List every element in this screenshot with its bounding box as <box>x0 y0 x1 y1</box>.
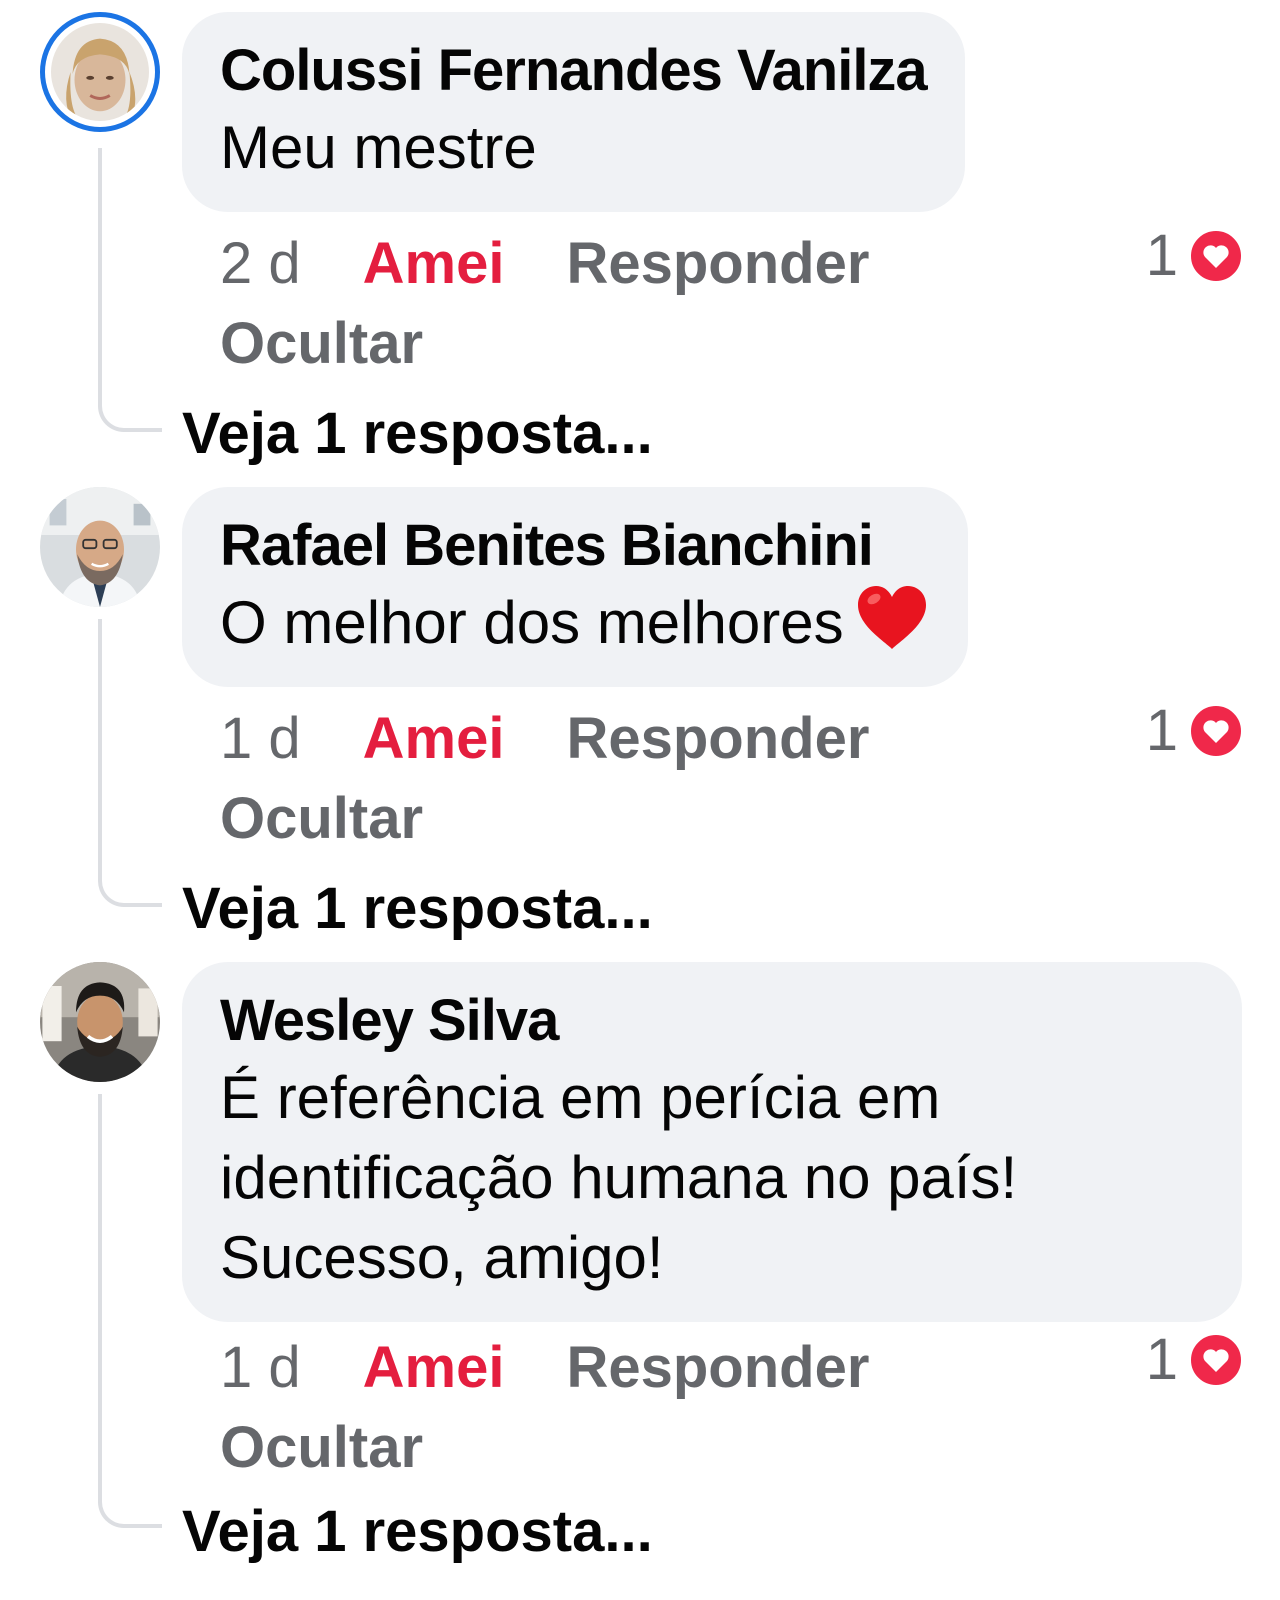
comment-text-line: Sucesso, amigo! <box>220 1224 664 1291</box>
comment-text-line: identificação humana no país! <box>220 1144 1018 1211</box>
comment-text: O melhor dos melhores <box>220 583 930 663</box>
comment-bubble[interactable]: Wesley Silva É referência em perícia em … <box>182 962 1242 1322</box>
hide-button[interactable]: Ocultar <box>220 779 423 859</box>
comment-time[interactable]: 2 d <box>220 224 301 304</box>
comment-time[interactable]: 1 d <box>220 699 301 779</box>
thread-connector <box>98 1094 162 1528</box>
comment-text-line: É referência em perícia em <box>220 1064 941 1131</box>
red-heart-emoji <box>857 586 926 649</box>
comment-bubble[interactable]: Colussi Fernandes Vanilza Meu mestre <box>182 12 965 212</box>
reaction-count[interactable]: 1 <box>1146 697 1244 764</box>
comment-bubble[interactable]: Rafael Benites Bianchini O melhor dos me… <box>182 487 968 687</box>
reply-button[interactable]: Responder <box>566 224 869 304</box>
avatar[interactable] <box>40 487 160 607</box>
love-reaction-icon <box>1189 1332 1243 1387</box>
avatar[interactable] <box>40 12 160 132</box>
amei-button[interactable]: Amei <box>363 699 505 779</box>
see-replies-link[interactable]: Veja 1 resposta... <box>182 1492 653 1572</box>
thread-connector <box>98 619 162 907</box>
comment-author[interactable]: Wesley Silva <box>220 984 1204 1058</box>
thread-connector <box>98 148 162 432</box>
reaction-count[interactable]: 1 <box>1146 222 1244 289</box>
reaction-count-label: 1 <box>1145 223 1178 288</box>
amei-button[interactable]: Amei <box>363 224 505 304</box>
reply-button[interactable]: Responder <box>566 1328 869 1408</box>
love-reaction-icon <box>1189 228 1243 283</box>
comment-actions: 1 d Amei Responder Ocultar <box>220 1328 869 1488</box>
comment-actions: 2 d Amei Responder Ocultar <box>220 224 869 384</box>
see-replies-link[interactable]: Veja 1 resposta... <box>182 869 653 949</box>
love-reaction-icon <box>1189 703 1243 758</box>
avatar[interactable] <box>40 962 160 1082</box>
comment-author[interactable]: Rafael Benites Bianchini <box>220 509 930 583</box>
reply-button[interactable]: Responder <box>566 699 869 779</box>
hide-button[interactable]: Ocultar <box>220 304 423 384</box>
comment-text: Meu mestre <box>220 114 537 181</box>
comment-text-content: O melhor dos melhores <box>220 589 844 656</box>
hide-button[interactable]: Ocultar <box>220 1408 423 1488</box>
amei-button[interactable]: Amei <box>363 1328 505 1408</box>
comment-time[interactable]: 1 d <box>220 1328 301 1408</box>
reaction-count-label: 1 <box>1145 1327 1178 1392</box>
comment-actions: 1 d Amei Responder Ocultar <box>220 699 869 859</box>
see-replies-link[interactable]: Veja 1 resposta... <box>182 394 653 474</box>
reaction-count-label: 1 <box>1145 698 1178 763</box>
reaction-count[interactable]: 1 <box>1146 1326 1244 1393</box>
comment-author[interactable]: Colussi Fernandes Vanilza <box>220 34 928 108</box>
